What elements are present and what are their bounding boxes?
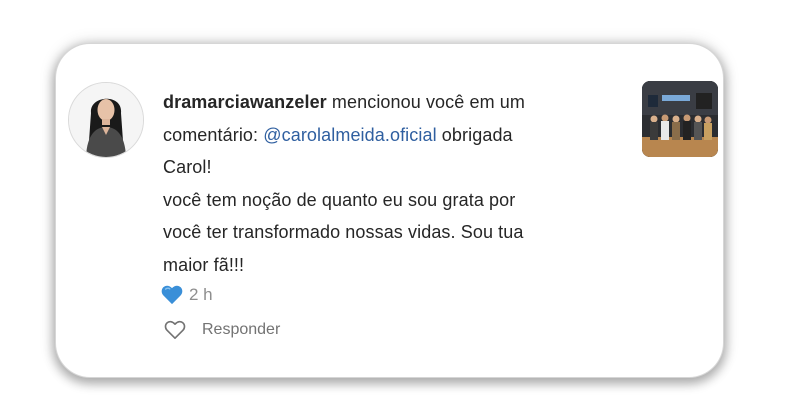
blue-heart-icon	[161, 285, 183, 305]
avatar-photo	[69, 83, 143, 157]
timestamp: 2 h	[189, 285, 213, 304]
heart-outline-icon[interactable]	[164, 320, 186, 340]
mention-text: mencionou você em um	[326, 92, 525, 112]
comment-label: comentário:	[163, 124, 264, 145]
comment-text: dramarciawanzeler mencionou você em um c…	[163, 86, 613, 281]
comment-line: você tem noção de quanto eu sou grata po…	[163, 189, 516, 210]
comment-line: você ter transformado nossas vidas. Sou …	[163, 222, 524, 242]
post-thumbnail-image	[642, 81, 718, 157]
post-thumbnail[interactable]	[642, 81, 718, 157]
comment-line: maior fã!!!	[163, 254, 245, 275]
reply-button[interactable]: Responder	[202, 321, 280, 339]
avatar[interactable]	[68, 82, 144, 158]
comment-text-part: obrigada	[436, 124, 513, 145]
reply-row: Responder	[164, 320, 280, 340]
comment-line: Carol!	[163, 157, 212, 177]
username-link[interactable]: dramarciawanzeler	[163, 92, 327, 112]
mention-link[interactable]: @carolalmeida.oficial	[263, 125, 436, 145]
meta-row: 2 h	[161, 285, 213, 305]
